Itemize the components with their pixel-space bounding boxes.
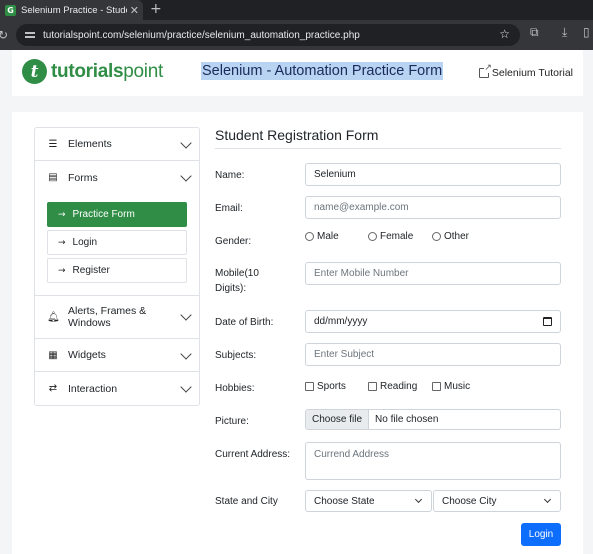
hamburger-icon: ☰ xyxy=(48,138,58,150)
logo-mark-icon: t xyxy=(22,59,47,84)
main-card: ☰ Elements ▤ Forms → Practice Form → Log… xyxy=(12,112,583,554)
name-field[interactable]: Selenium xyxy=(305,163,561,186)
site-logo[interactable]: t tutorialspoint xyxy=(22,59,163,84)
subjects-field[interactable]: Enter Subject xyxy=(305,343,561,366)
browser-toolbar: ↻ tutorialspoint.com/selenium/practice/s… xyxy=(0,20,593,50)
sidebar-item-interaction[interactable]: ⇄ Interaction xyxy=(35,372,199,405)
favicon-icon: G xyxy=(5,4,16,16)
hobby-music-checkbox[interactable]: Music xyxy=(432,381,470,392)
email-field[interactable]: name@example.com xyxy=(305,196,561,219)
extensions-icon[interactable]: ⧉ xyxy=(530,25,539,40)
site-info-icon[interactable] xyxy=(25,31,35,39)
radio-circle xyxy=(368,232,377,241)
picture-label: Picture: xyxy=(215,416,249,427)
mobile-label-line1: Mobile(10 xyxy=(215,268,259,279)
email-label: Email: xyxy=(215,203,243,214)
dob-label: Date of Birth: xyxy=(215,317,274,328)
submenu-login[interactable]: → Login xyxy=(47,230,187,255)
download-icon[interactable]: ⤓ xyxy=(562,25,567,40)
divider xyxy=(215,148,561,149)
logo-wordmark: tutorialspoint xyxy=(51,60,163,82)
name-label: Name: xyxy=(215,170,245,181)
page-title: Selenium - Automation Practice Form xyxy=(201,62,444,80)
grid-icon: ▦ xyxy=(48,349,58,361)
chevron-down-icon xyxy=(180,137,192,149)
page-viewport: t tutorialspoint Selenium - Automation P… xyxy=(0,50,593,554)
sidebar-accordion: ☰ Elements ▤ Forms → Practice Form → Log… xyxy=(34,127,200,406)
close-tab-icon[interactable]: ✕ xyxy=(130,4,139,17)
mobile-label-line2: Digits): xyxy=(215,283,247,294)
checkbox-box xyxy=(305,382,314,391)
checkbox-box xyxy=(368,382,377,391)
chevron-down-icon xyxy=(180,348,192,360)
sidebar-item-forms[interactable]: ▤ Forms xyxy=(35,161,199,194)
radio-circle xyxy=(305,232,314,241)
address-label: Current Address: xyxy=(215,449,291,460)
form-list-icon: ▤ xyxy=(48,172,58,183)
sidebar-item-elements[interactable]: ☰ Elements xyxy=(35,128,199,161)
state-city-label: State and City xyxy=(215,496,278,507)
chevron-down-icon xyxy=(543,495,552,504)
swap-arrows-icon: ⇄ xyxy=(48,383,58,394)
browser-tab[interactable]: G Selenium Practice - Student ✕ xyxy=(0,0,143,20)
address-bar[interactable]: tutorialspoint.com/selenium/practice/sel… xyxy=(16,24,520,46)
hobby-sports-checkbox[interactable]: Sports xyxy=(305,381,346,392)
submenu-register[interactable]: → Register xyxy=(47,258,187,283)
login-button[interactable]: Login xyxy=(521,523,561,546)
selenium-tutorial-link[interactable]: Selenium Tutorial xyxy=(478,63,573,79)
new-tab-icon[interactable]: + xyxy=(150,1,162,17)
bookmark-star-icon[interactable]: ☆ xyxy=(499,27,510,41)
tab-title: Selenium Practice - Student xyxy=(21,4,127,16)
url-text: tutorialspoint.com/selenium/practice/sel… xyxy=(43,29,360,41)
arrow-right-icon: → xyxy=(58,209,66,220)
chevron-down-icon xyxy=(180,381,192,393)
choose-file-button[interactable]: Choose file xyxy=(306,410,370,429)
gender-male-radio[interactable]: Male xyxy=(305,231,339,242)
hobbies-label: Hobbies: xyxy=(215,383,255,394)
arrow-right-icon: → xyxy=(58,237,66,248)
gender-female-radio[interactable]: Female xyxy=(368,231,413,242)
hobby-reading-checkbox[interactable]: Reading xyxy=(368,381,417,392)
dob-field[interactable]: dd/mm/yyyy xyxy=(305,310,561,333)
gender-label: Gender: xyxy=(215,236,252,247)
calendar-icon[interactable] xyxy=(543,317,552,326)
arrow-right-icon: → xyxy=(58,265,66,276)
picture-file-input[interactable]: Choose file No file chosen xyxy=(305,409,561,430)
gender-other-radio[interactable]: Other xyxy=(432,231,469,242)
sidebar-item-alerts-frames-windows[interactable]: 🔔︎ Alerts, Frames & Windows xyxy=(35,296,199,339)
site-header: t tutorialspoint Selenium - Automation P… xyxy=(12,50,583,96)
external-link-icon xyxy=(478,63,492,78)
forms-submenu: → Practice Form → Login → Register xyxy=(35,194,199,296)
checkbox-box xyxy=(432,382,441,391)
form-title: Student Registration Form xyxy=(215,127,379,143)
side-panel-icon[interactable]: ▯ xyxy=(583,25,590,39)
chevron-down-icon xyxy=(180,170,192,182)
file-status: No file chosen xyxy=(375,414,439,425)
chevron-down-icon xyxy=(180,309,192,321)
sidebar-item-widgets[interactable]: ▦ Widgets xyxy=(35,339,199,372)
browser-tab-bar: G Selenium Practice - Student ✕ + xyxy=(0,0,593,20)
subjects-label: Subjects: xyxy=(215,350,257,361)
city-select[interactable]: Choose City xyxy=(433,490,561,512)
submenu-practice-form[interactable]: → Practice Form xyxy=(47,202,187,227)
reload-icon[interactable]: ↻ xyxy=(0,28,12,42)
state-select[interactable]: Choose State xyxy=(305,490,432,512)
address-field[interactable]: Currend Address xyxy=(305,442,561,480)
chevron-down-icon xyxy=(414,495,423,504)
mobile-field[interactable]: Enter Mobile Number xyxy=(305,262,561,285)
bell-icon: 🔔︎ xyxy=(47,311,60,323)
radio-circle xyxy=(432,232,441,241)
